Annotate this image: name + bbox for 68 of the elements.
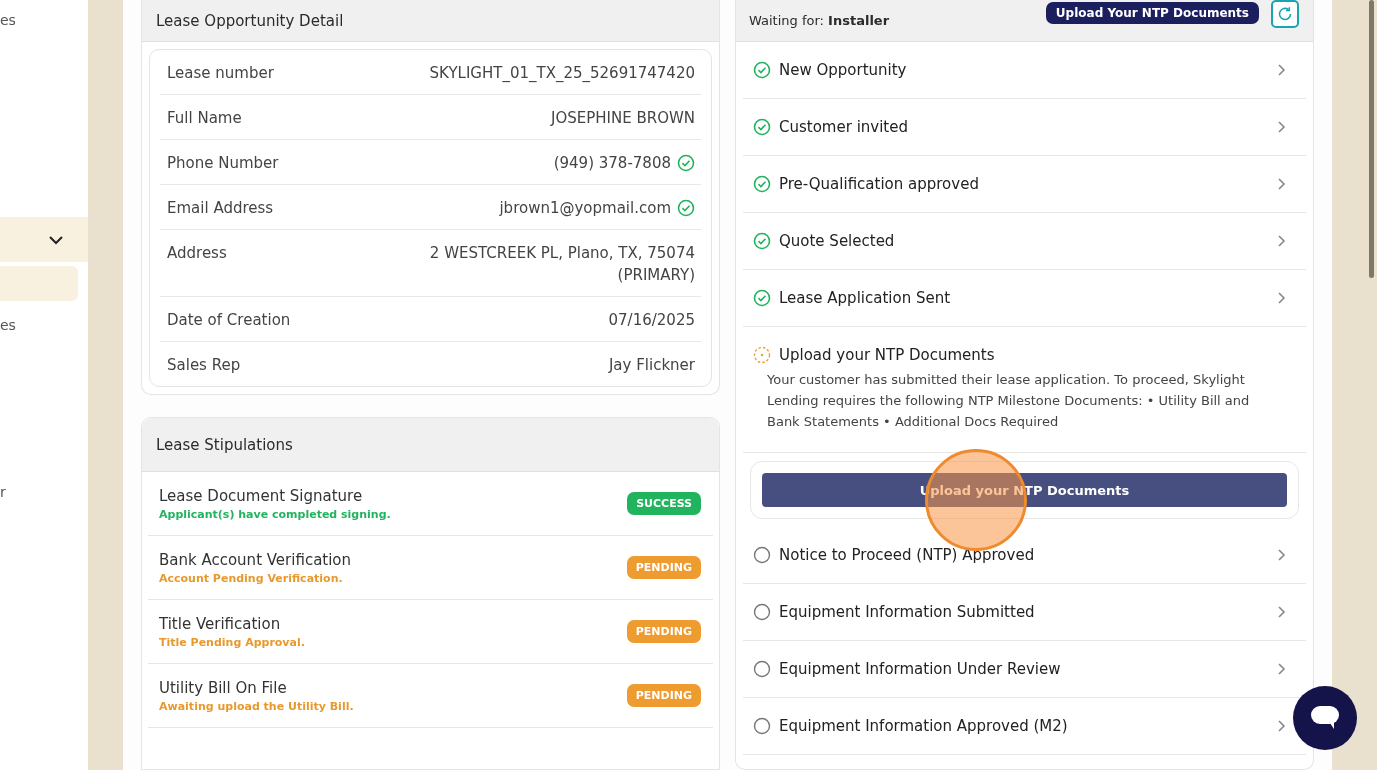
field-label: Phone Number [167, 154, 279, 172]
chat-bubble-icon [1310, 705, 1340, 731]
step-item[interactable]: Equipment Information Under Review [753, 641, 1287, 697]
chevron-right-icon [1277, 177, 1287, 191]
sidebar-item[interactable]: r [0, 482, 6, 502]
status-badge: PENDING [626, 620, 701, 643]
chevron-right-icon [1277, 291, 1287, 305]
field-label: Sales Rep [167, 356, 241, 374]
stipulation-note: Title Pending Approval. [159, 635, 305, 649]
pending-icon [753, 346, 771, 364]
field-value: Jay Flickner [608, 356, 695, 374]
step-item[interactable]: New Opportunity [753, 42, 1287, 98]
waiting-status: Waiting for: Installer [749, 13, 891, 28]
field-value: 07/16/2025 [608, 311, 695, 329]
step-item[interactable]: Notice to Proceed (NTP) Approved [753, 527, 1287, 583]
step-item[interactable]: Pre-Qualification approved [753, 156, 1287, 212]
status-badge: PENDING [626, 556, 701, 579]
field-label: Lease number [167, 64, 274, 82]
field-label: Full Name [167, 109, 242, 127]
chevron-right-icon [1277, 63, 1287, 77]
field-value: (949) 378-7808 [553, 154, 671, 172]
field-value: SKYLIGHT_01_TX_25_52691747420 [429, 64, 695, 82]
check-circle-icon [753, 61, 771, 79]
stipulation-note: Applicant(s) have completed signing. [159, 507, 391, 521]
chevron-right-icon [1277, 662, 1287, 676]
sidebar-item[interactable]: es [0, 10, 16, 30]
chevron-right-icon [1277, 120, 1287, 134]
upload-button[interactable]: Upload Your NTP Documents [1045, 1, 1259, 24]
stipulation-title: Lease Document Signature [159, 486, 364, 505]
field-value: (PRIMARY) [617, 266, 695, 284]
refresh-button[interactable] [1271, 0, 1299, 28]
step-item[interactable]: Lease Application Sent [753, 270, 1287, 326]
check-circle-icon [753, 175, 771, 193]
field-label: Date of Creation [167, 311, 291, 329]
card-title: Lease Opportunity Detail [156, 11, 344, 30]
step-item[interactable]: Quote Selected [753, 213, 1287, 269]
stipulation-note: Awaiting upload the Utility Bill. [159, 699, 354, 713]
empty-circle-icon [753, 717, 771, 735]
stipulation-title: Title Verification [159, 614, 282, 633]
check-circle-icon [753, 232, 771, 250]
step-label: Upload your NTP Documents [779, 346, 996, 364]
sidebar-item[interactable]: es [0, 315, 16, 335]
card-title: Lease Stipulations [156, 435, 293, 454]
empty-circle-icon [753, 660, 771, 678]
field-value: jbrown1@yopmail.com [499, 199, 671, 217]
step-description: Your customer has submitted their lease application. To proceed, Skylight Lending requires the following NTP Milestone Documents: • Utility Bill and Bank Statements • Additional Docs Required [743, 369, 1306, 453]
stipulation-note: Account Pending Verification. [159, 571, 344, 585]
status-badge: PENDING [626, 684, 701, 707]
chevron-right-icon [1277, 548, 1287, 562]
status-badge: SUCCESS [627, 492, 701, 515]
step-item[interactable]: Equipment Information Approved (M2) [753, 698, 1287, 754]
field-label: Email Address [167, 199, 274, 217]
empty-circle-icon [753, 546, 771, 564]
field-value: 2 WESTCREEK PL, Plano, TX, 75074 [429, 244, 695, 262]
stipulation-title: Utility Bill On File [159, 678, 288, 697]
empty-circle-icon [753, 603, 771, 621]
chevron-right-icon [1277, 234, 1287, 248]
check-circle-icon [753, 118, 771, 136]
refresh-icon [1276, 4, 1294, 23]
field-label: Address [167, 244, 227, 264]
field-value: JOSEPHINE BROWN [550, 109, 695, 127]
step-item[interactable]: Equipment Information Submitted [753, 584, 1287, 640]
chevron-right-icon [1277, 605, 1287, 619]
chevron-right-icon [1277, 719, 1287, 733]
stipulation-title: Bank Account Verification [159, 550, 352, 569]
chevron-down-icon [48, 234, 64, 245]
check-circle-icon [753, 289, 771, 307]
step-item[interactable]: Customer invited [753, 99, 1287, 155]
